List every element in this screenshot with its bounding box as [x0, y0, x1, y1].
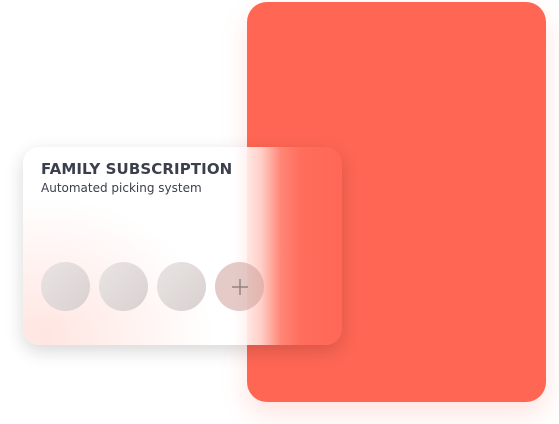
member-avatars [41, 262, 264, 311]
card-subtitle: Automated picking system [41, 181, 202, 195]
member-avatar[interactable] [157, 262, 206, 311]
plus-icon [231, 278, 248, 295]
subscription-card[interactable]: FAMILY SUBSCRIPTION Automated picking sy… [23, 147, 342, 345]
add-member-button[interactable] [215, 262, 264, 311]
member-avatar[interactable] [99, 262, 148, 311]
member-avatar[interactable] [41, 262, 90, 311]
card-title: FAMILY SUBSCRIPTION [41, 160, 233, 178]
stage: FAMILY SUBSCRIPTION Automated picking sy… [0, 0, 559, 424]
